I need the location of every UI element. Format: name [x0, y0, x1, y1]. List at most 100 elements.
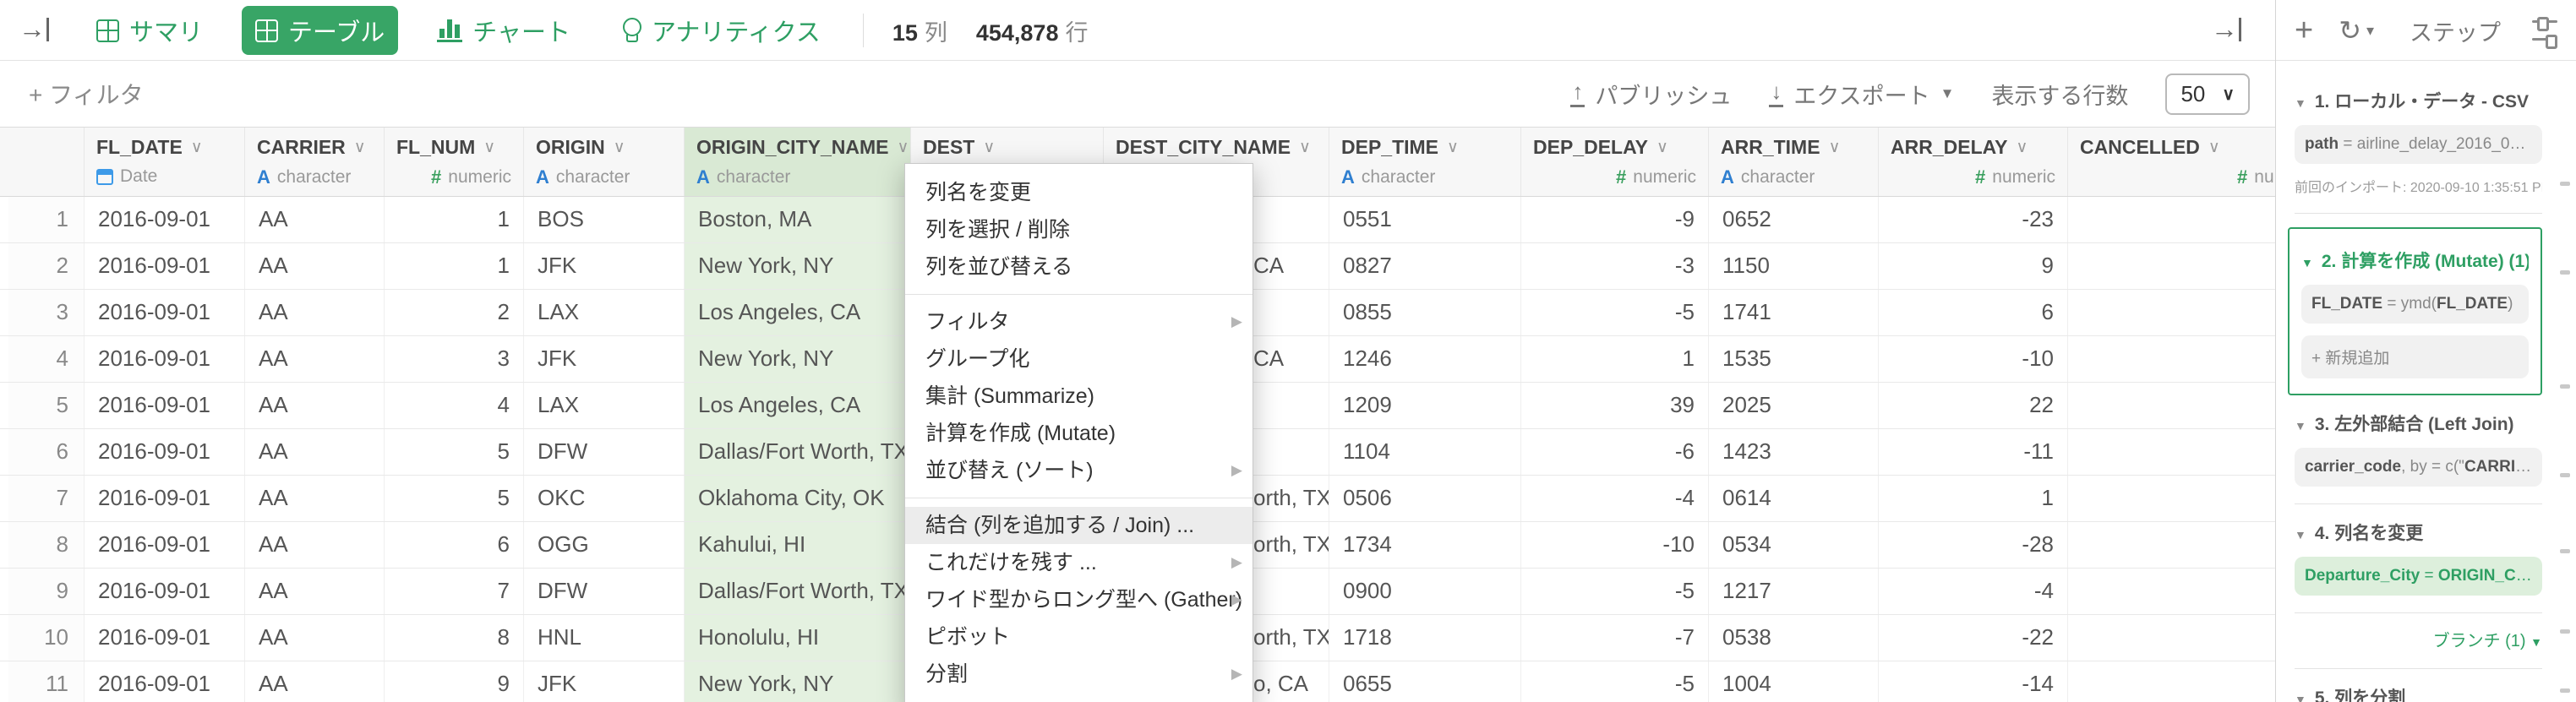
chevron-down-icon[interactable]: ∨ [2208, 138, 2220, 157]
view-tab-summary[interactable]: サマリ [83, 6, 216, 55]
menu-item-gather[interactable]: ワイド型からロング型へ (Gather)▶ [905, 581, 1253, 618]
step-5-header[interactable]: ▼5. 列を分割 [2295, 684, 2542, 702]
view-tab-table[interactable]: テーブル [242, 6, 398, 55]
collapse-left-panel-icon[interactable]: → [19, 16, 54, 45]
menu-item-label: 並び替え (ソート) [925, 459, 1094, 482]
column-header-label: ARR_TIME∨ [1721, 136, 1866, 159]
publish-icon: ↑ [1570, 80, 1585, 107]
step-3-header[interactable]: ▼3. 左外部結合 (Left Join) [2295, 411, 2542, 436]
chevron-down-icon[interactable]: ∨ [191, 138, 203, 157]
cell-dep_time: 0827 [1329, 243, 1521, 289]
menu-item-reorder-columns[interactable]: 列を並び替える [905, 248, 1253, 286]
step-expand-icon[interactable]: ▼ [2301, 256, 2313, 269]
cell-fl_date: 2016-09-01 [85, 615, 245, 661]
cell-dep_time: 1734 [1329, 522, 1521, 568]
step-expand-icon[interactable]: ▼ [2295, 528, 2306, 541]
step-1-header[interactable]: ▼ 1. ローカル・データ - CSV [2295, 88, 2542, 113]
calendar-icon [96, 169, 113, 185]
exploratory-app: → サマリテーブルチャートアナリティクス 15列 454,878行 → + ↻▾… [0, 0, 2576, 702]
column-header-fl_num[interactable]: FL_NUM∨#numeric [385, 128, 524, 196]
cell-arr_time: 0652 [1709, 197, 1879, 242]
cell-dep_time: 0655 [1329, 661, 1521, 702]
step-4-header[interactable]: ▼ 4. 列名を変更 [2295, 520, 2542, 545]
chevron-down-icon[interactable]: ∨ [1299, 138, 1311, 157]
cell-carrier: AA [245, 615, 385, 661]
column-header-cancelled[interactable]: CANCELLED∨#numeric [2068, 128, 2275, 196]
export-button[interactable]: ↓ エクスポート ▼ [1769, 78, 1954, 111]
view-tab-chart[interactable]: チャート [423, 6, 584, 55]
cell-dep_time: 1718 [1329, 615, 1521, 661]
character-type-icon: A [1721, 166, 1734, 188]
column-header-dep_delay[interactable]: DEP_DELAY∨#numeric [1521, 128, 1709, 196]
row-number-cell: 2 [8, 243, 85, 289]
cell-dep_delay: -10 [1521, 522, 1709, 568]
cell-arr_time: 0534 [1709, 522, 1879, 568]
steps-settings-icon[interactable] [2532, 20, 2557, 41]
step-expand-icon[interactable]: ▼ [2295, 693, 2306, 702]
menu-item-mutate[interactable]: 計算を作成 (Mutate) [905, 415, 1253, 452]
chevron-down-icon[interactable]: ∨ [1656, 138, 1668, 157]
row-number-cell: 3 [8, 290, 85, 335]
menu-item-summarize[interactable]: 集計 (Summarize) [905, 378, 1253, 415]
cell-carrier: AA [245, 336, 385, 382]
steps-panel-header: + ↻▾ ステップ [2275, 0, 2576, 61]
cell-arr_delay: -28 [1879, 522, 2068, 568]
menu-item-rename-column[interactable]: 列名を変更 [905, 174, 1253, 211]
menu-item-filter[interactable]: フィルタ▶ [905, 303, 1253, 340]
menu-item-pivot[interactable]: ピボット [905, 618, 1253, 656]
row-number-cell: 1 [8, 197, 85, 242]
step-title: 2. 計算を作成 (Mutate) (1) [2322, 248, 2529, 273]
column-header-origin_city_name[interactable]: ORIGIN_CITY_NAME∨Acharacter [685, 128, 911, 196]
column-header-origin[interactable]: ORIGIN∨Acharacter [524, 128, 685, 196]
chevron-down-icon[interactable]: ∨ [897, 138, 909, 157]
chevron-down-icon[interactable]: ∨ [983, 138, 995, 157]
view-tab-label: サマリ [129, 13, 203, 48]
branch-toggle[interactable]: ブランチ (1) ▼ [2295, 627, 2542, 651]
column-header-dep_time[interactable]: DEP_TIME∨Acharacter [1329, 128, 1521, 196]
chevron-down-icon[interactable]: ∨ [2016, 138, 2028, 157]
step-token[interactable]: carrier_code, by = c("CARRIER" = … [2295, 448, 2542, 487]
column-header-carrier[interactable]: CARRIER∨Acharacter [245, 128, 385, 196]
panel-scrollbar-tick [2560, 549, 2570, 553]
step-token[interactable]: + 新規追加 [2301, 335, 2529, 378]
rows-per-page-select[interactable]: 50 ∨ [2165, 73, 2250, 115]
cell-fl_num: 6 [385, 522, 524, 568]
menu-item-join[interactable]: 結合 (列を追加する / Join) ... [905, 507, 1253, 544]
menu-item-sort[interactable]: 並び替え (ソート)▶ [905, 452, 1253, 489]
menu-item-split[interactable]: 分割▶ [905, 656, 1253, 693]
lightbulb-icon [623, 18, 641, 36]
chevron-down-icon[interactable]: ∨ [1829, 138, 1841, 157]
collapse-right-panel-icon[interactable]: → [2211, 16, 2246, 45]
step-2-header[interactable]: ▼ 2. 計算を作成 (Mutate) (1) [2301, 248, 2529, 273]
step-expand-icon[interactable]: ▼ [2295, 419, 2306, 433]
view-tab-analytics[interactable]: アナリティクス [609, 6, 834, 55]
menu-item-select-remove-columns[interactable]: 列を選択 / 削除 [905, 211, 1253, 248]
column-header-arr_time[interactable]: ARR_TIME∨Acharacter [1709, 128, 1879, 196]
cell-fl_num: 7 [385, 569, 524, 614]
chevron-down-icon[interactable]: ∨ [354, 138, 366, 157]
menu-item-group-by[interactable]: グループ化 [905, 340, 1253, 378]
cell-dep_time: 0900 [1329, 569, 1521, 614]
step-title: 1. ローカル・データ - CSV [2315, 88, 2529, 113]
menu-item-keep-only[interactable]: これだけを残す ...▶ [905, 544, 1253, 581]
add-step-icon[interactable]: + [2295, 14, 2313, 46]
chevron-down-icon[interactable]: ∨ [483, 138, 495, 157]
step-title: 4. 列名を変更 [2315, 520, 2423, 545]
cell-dep_delay: -3 [1521, 243, 1709, 289]
step-token-green[interactable]: Departure_City = ORIGIN_CITY_N… [2295, 557, 2542, 596]
add-filter-button[interactable]: + フィルタ [29, 77, 144, 111]
step-expand-icon[interactable]: ▼ [2295, 96, 2306, 110]
step-token[interactable]: FL_DATE = ymd(FL_DATE) [2301, 285, 2529, 324]
menu-item-label: グループ化 [925, 347, 1030, 371]
cell-fl_num: 1 [385, 197, 524, 242]
column-header-arr_delay[interactable]: ARR_DELAY∨#numeric [1879, 128, 2068, 196]
publish-button[interactable]: ↑ パブリッシュ [1570, 78, 1732, 111]
cell-origin: JFK [524, 336, 685, 382]
column-header-fl_date[interactable]: FL_DATE∨Date [85, 128, 245, 196]
chevron-down-icon[interactable]: ∨ [614, 138, 625, 157]
refresh-steps-icon[interactable]: ↻▾ [2339, 14, 2374, 46]
panel-scrollbar-tick [2560, 270, 2570, 275]
step-token[interactable]: path = airline_delay_2016_09.csv [2295, 125, 2542, 164]
submenu-arrow-icon: ▶ [1231, 303, 1242, 340]
chevron-down-icon[interactable]: ∨ [1447, 138, 1459, 157]
